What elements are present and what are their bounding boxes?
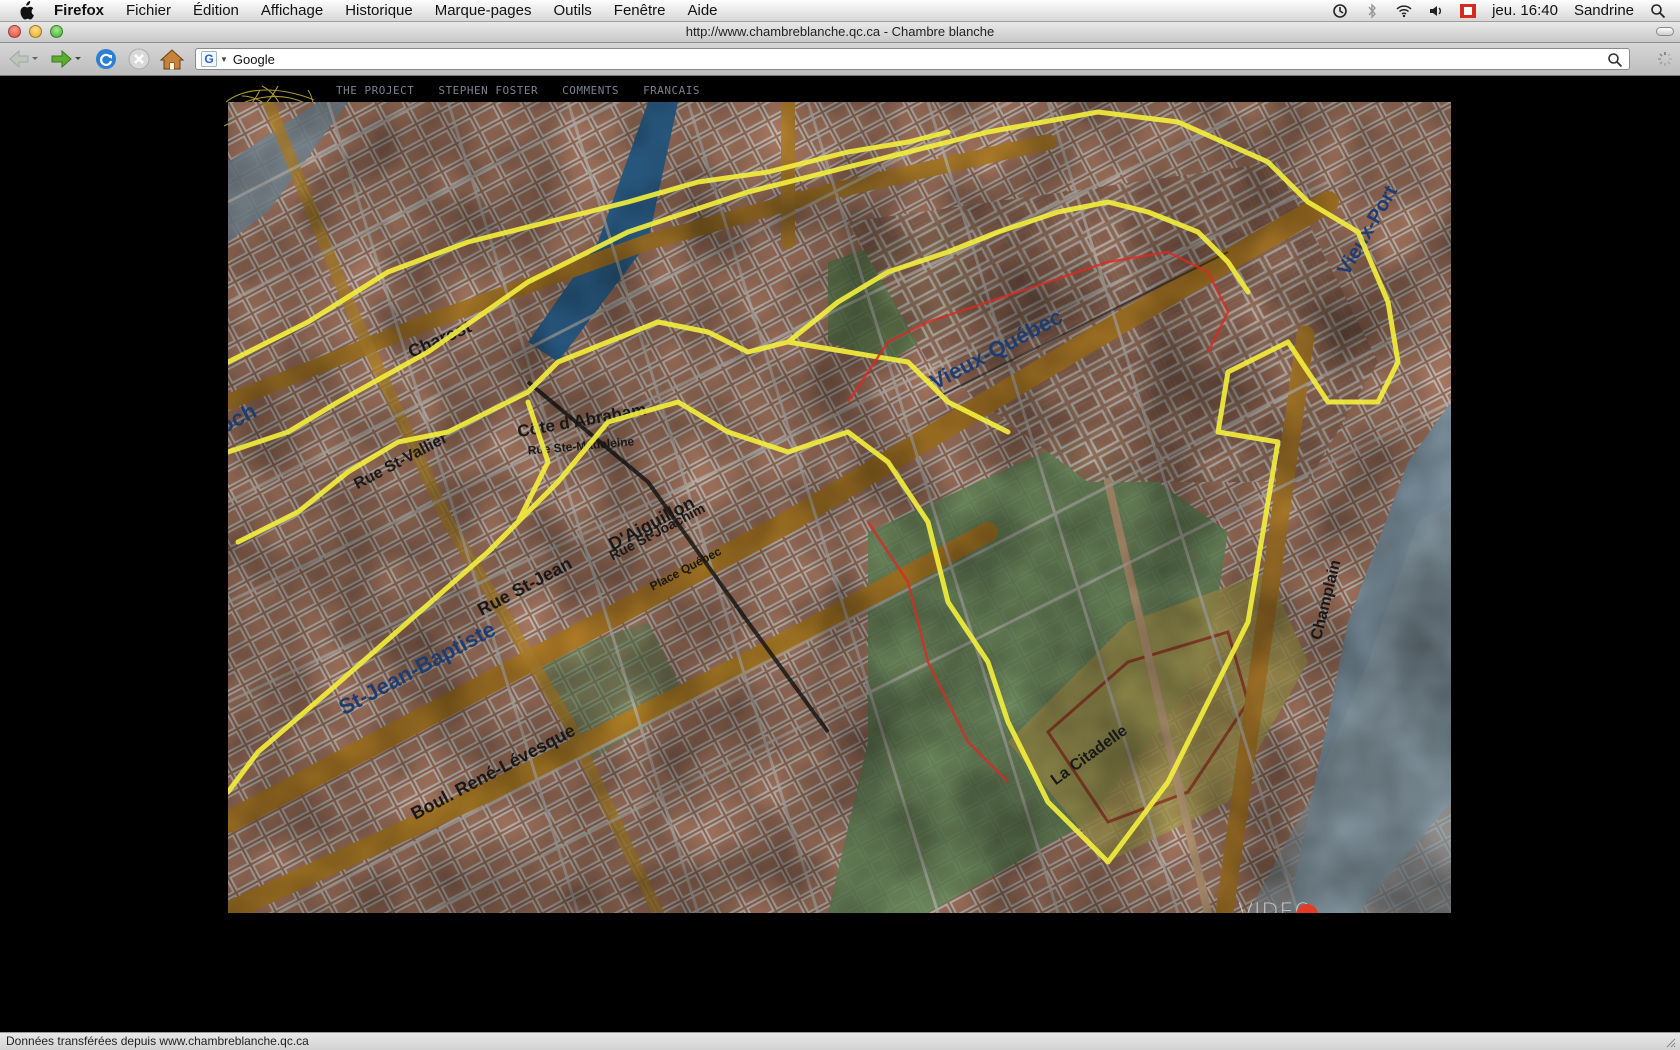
site-navigation: THE PROJECT STEPHEN FOSTER COMMENTS FRAN… xyxy=(336,84,724,97)
back-button[interactable] xyxy=(6,48,40,70)
apple-icon[interactable] xyxy=(18,1,34,21)
bluetooth-icon[interactable] xyxy=(1364,2,1380,19)
menu-affichage[interactable]: Affichage xyxy=(261,2,323,19)
zoom-window-button[interactable] xyxy=(50,25,63,38)
menu-extras: jeu. 16:40 Sandrine xyxy=(1316,2,1666,19)
browser-toolbar: G ▼ Google xyxy=(0,43,1680,76)
menu-firefox[interactable]: Firefox xyxy=(54,2,104,19)
engine-dropdown-icon[interactable]: ▼ xyxy=(220,55,228,64)
reload-icon xyxy=(96,49,116,69)
menu-historique[interactable]: Historique xyxy=(345,2,413,19)
menu-user[interactable]: Sandrine xyxy=(1574,2,1634,19)
loading-spinner-icon xyxy=(1658,52,1672,66)
status-text: Données transférées depuis www.chambrebl… xyxy=(6,1034,309,1048)
menu-clock[interactable]: jeu. 16:40 xyxy=(1492,2,1558,19)
menu-aide[interactable]: Aide xyxy=(688,2,718,19)
wifi-icon[interactable] xyxy=(1396,3,1412,19)
toolbar-toggle-button[interactable] xyxy=(1656,27,1674,36)
search-input[interactable]: Google xyxy=(233,52,275,67)
stop-icon xyxy=(128,48,150,70)
map-photo-graphic: St-Roch Rue St-Vallier Charest Côte d'Ab… xyxy=(228,102,1451,913)
nav-the-project[interactable]: THE PROJECT xyxy=(336,84,414,97)
window-controls xyxy=(8,25,71,38)
search-bar[interactable]: G ▼ Google xyxy=(195,48,1630,70)
nav-comments[interactable]: COMMENTS xyxy=(562,84,619,97)
forward-button[interactable] xyxy=(48,48,84,70)
menu-fichier[interactable]: Fichier xyxy=(126,2,171,19)
app-menus: Firefox Fichier Édition Affichage Histor… xyxy=(54,2,740,19)
status-bar: Données transférées depuis www.chambrebl… xyxy=(0,1032,1680,1050)
nav-francais[interactable]: FRANCAIS xyxy=(643,84,700,97)
menu-fenetre[interactable]: Fenêtre xyxy=(614,2,666,19)
mac-menu-bar: Firefox Fichier Édition Affichage Histor… xyxy=(0,0,1680,22)
home-icon xyxy=(160,49,184,70)
volume-icon[interactable] xyxy=(1428,3,1444,19)
stop-button[interactable] xyxy=(127,48,151,70)
home-button[interactable] xyxy=(159,48,185,70)
time-machine-icon[interactable] xyxy=(1332,3,1348,19)
reload-button[interactable] xyxy=(94,48,118,70)
window-title-bar[interactable]: http://www.chambreblanche.qc.ca - Chambr… xyxy=(0,22,1680,43)
search-icon[interactable] xyxy=(1607,52,1623,68)
google-engine-icon[interactable]: G xyxy=(201,51,217,67)
spotlight-search-icon[interactable] xyxy=(1650,3,1666,19)
forward-arrow-icon xyxy=(51,49,81,69)
minimize-window-button[interactable] xyxy=(29,25,42,38)
back-arrow-icon xyxy=(9,49,38,69)
menu-marque-pages[interactable]: Marque-pages xyxy=(435,2,532,19)
menu-edition[interactable]: Édition xyxy=(193,2,239,19)
resize-grip-icon[interactable] xyxy=(1664,1036,1676,1048)
map-photo[interactable]: St-Roch Rue St-Vallier Charest Côte d'Ab… xyxy=(228,102,1451,913)
canada-flag-icon[interactable] xyxy=(1460,3,1477,18)
menu-outils[interactable]: Outils xyxy=(553,2,591,19)
page-content: THE PROJECT STEPHEN FOSTER COMMENTS FRAN… xyxy=(0,76,1680,1032)
window-title: http://www.chambreblanche.qc.ca - Chambr… xyxy=(685,24,995,39)
nav-stephen-foster[interactable]: STEPHEN FOSTER xyxy=(438,84,538,97)
close-window-button[interactable] xyxy=(8,25,21,38)
